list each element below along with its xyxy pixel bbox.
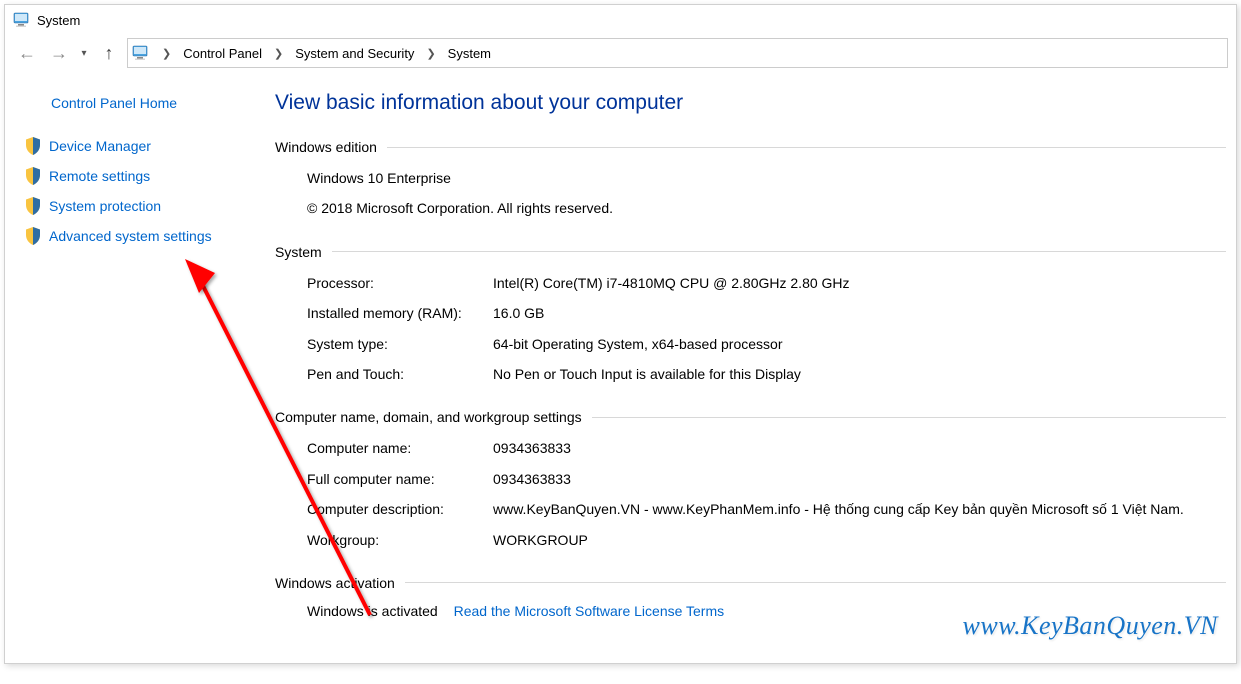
section-computer-name: Computer name, domain, and workgroup set… xyxy=(275,409,1226,551)
sidebar-item-label: System protection xyxy=(49,198,161,214)
window-title: System xyxy=(37,13,80,28)
forward-button[interactable]: → xyxy=(45,39,73,67)
divider xyxy=(387,147,1226,148)
title-bar: System xyxy=(5,5,1236,35)
shield-icon xyxy=(25,137,41,155)
value-ram: 16.0 GB xyxy=(493,302,1226,324)
section-system: System Processor: Intel(R) Core(TM) i7-4… xyxy=(275,244,1226,386)
shield-icon xyxy=(25,197,41,215)
label-full-computer-name: Full computer name: xyxy=(307,468,487,490)
value-pen-touch: No Pen or Touch Input is available for t… xyxy=(493,363,1226,385)
computer-icon xyxy=(132,45,150,61)
content-body: Control Panel Home Device Manager Remote… xyxy=(5,71,1236,663)
nav-row: ← → ▾ ↑ ❯ Control Panel ❯ System and Sec… xyxy=(5,35,1236,71)
section-title: System xyxy=(275,244,322,260)
activation-status: Windows is activated xyxy=(307,603,438,619)
label-computer-name: Computer name: xyxy=(307,437,487,459)
main-panel: View basic information about your comput… xyxy=(265,71,1236,663)
value-processor: Intel(R) Core(TM) i7-4810MQ CPU @ 2.80GH… xyxy=(493,272,1226,294)
value-system-type: 64-bit Operating System, x64-based proce… xyxy=(493,333,1226,355)
history-dropdown[interactable]: ▾ xyxy=(77,39,91,67)
sidebar-item-label: Advanced system settings xyxy=(49,228,212,244)
up-button[interactable]: ↑ xyxy=(95,39,123,67)
section-windows-edition: Windows edition Windows 10 Enterprise © … xyxy=(275,139,1226,220)
sidebar-item-label: Remote settings xyxy=(49,168,150,184)
section-windows-activation: Windows activation Windows is activated … xyxy=(275,575,1226,619)
divider xyxy=(332,251,1226,252)
label-system-type: System type: xyxy=(307,333,487,355)
page-heading: View basic information about your comput… xyxy=(275,91,1226,115)
sidebar-remote-settings[interactable]: Remote settings xyxy=(25,167,255,185)
section-title: Windows edition xyxy=(275,139,377,155)
system-window: System ← → ▾ ↑ ❯ Control Panel ❯ System … xyxy=(4,4,1237,664)
value-workgroup: WORKGROUP xyxy=(493,529,1226,551)
edition-name: Windows 10 Enterprise xyxy=(307,167,1226,189)
label-pen-touch: Pen and Touch: xyxy=(307,363,487,385)
breadcrumb-system[interactable]: System xyxy=(444,46,495,61)
computer-icon xyxy=(13,12,31,28)
value-computer-description: www.KeyBanQuyen.VN - www.KeyPhanMem.info… xyxy=(493,498,1226,520)
address-bar[interactable]: ❯ Control Panel ❯ System and Security ❯ … xyxy=(127,38,1228,68)
breadcrumb-separator: ❯ xyxy=(268,47,289,60)
breadcrumb-control-panel[interactable]: Control Panel xyxy=(179,46,266,61)
shield-icon xyxy=(25,167,41,185)
edition-copyright: © 2018 Microsoft Corporation. All rights… xyxy=(307,197,1226,219)
label-computer-description: Computer description: xyxy=(307,498,487,520)
sidebar: Control Panel Home Device Manager Remote… xyxy=(5,71,265,663)
label-ram: Installed memory (RAM): xyxy=(307,302,487,324)
breadcrumb-system-security[interactable]: System and Security xyxy=(291,46,418,61)
sidebar-system-protection[interactable]: System protection xyxy=(25,197,255,215)
value-computer-name: 0934363833 xyxy=(493,437,1226,459)
control-panel-home-link[interactable]: Control Panel Home xyxy=(25,95,255,111)
label-workgroup: Workgroup: xyxy=(307,529,487,551)
sidebar-item-label: Device Manager xyxy=(49,138,151,154)
label-processor: Processor: xyxy=(307,272,487,294)
value-full-computer-name: 0934363833 xyxy=(493,468,1226,490)
sidebar-device-manager[interactable]: Device Manager xyxy=(25,137,255,155)
divider xyxy=(405,582,1226,583)
sidebar-advanced-system-settings[interactable]: Advanced system settings xyxy=(25,227,255,245)
section-title: Windows activation xyxy=(275,575,395,591)
back-button[interactable]: ← xyxy=(13,39,41,67)
divider xyxy=(592,417,1226,418)
breadcrumb-separator: ❯ xyxy=(420,47,441,60)
breadcrumb-separator: ❯ xyxy=(156,47,177,60)
shield-icon xyxy=(25,227,41,245)
section-title: Computer name, domain, and workgroup set… xyxy=(275,409,582,425)
license-terms-link[interactable]: Read the Microsoft Software License Term… xyxy=(454,603,725,619)
